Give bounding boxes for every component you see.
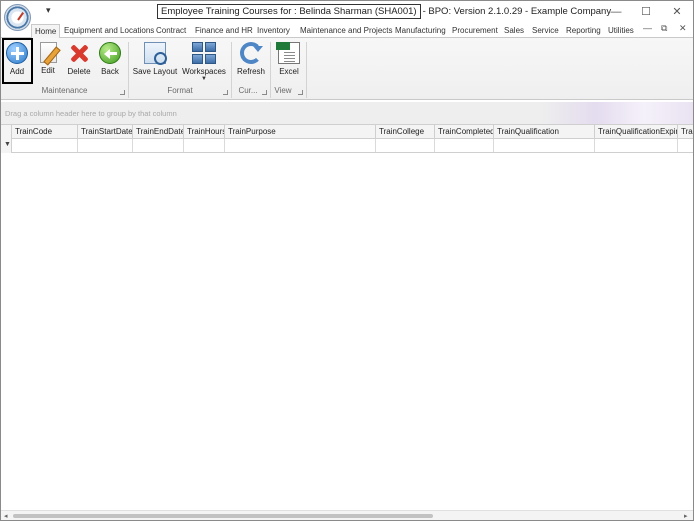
row-indicator-header xyxy=(1,125,12,139)
scrollbar-thumb[interactable] xyxy=(13,514,433,518)
grid-data-area[interactable] xyxy=(1,154,693,510)
scroll-left-icon[interactable]: ◂ xyxy=(4,512,8,520)
column-header-trainhours[interactable]: TrainHours xyxy=(184,125,225,139)
excel-button[interactable]: Excel xyxy=(276,40,302,84)
horizontal-scrollbar[interactable]: ◂ ▸ xyxy=(1,510,693,520)
excel-label: Excel xyxy=(279,67,299,76)
ribbon-separator xyxy=(306,42,307,98)
auto-filter-row: ▼ xyxy=(1,139,693,153)
tab-contract[interactable]: Contract xyxy=(156,24,186,38)
close-button[interactable]: ✕ xyxy=(662,3,692,20)
save-layout-button[interactable]: Save Layout xyxy=(132,40,178,84)
ribbon-tab-strip: Home Equipment and Locations Contract Fi… xyxy=(1,22,693,39)
quick-access-toolbar-dropdown[interactable]: ▾ xyxy=(46,5,51,16)
maximize-button[interactable]: ☐ xyxy=(631,3,661,20)
tab-service[interactable]: Service xyxy=(532,24,559,38)
column-header-traincompleted[interactable]: TrainCompleted xyxy=(435,125,494,139)
edit-button-label: Edit xyxy=(41,66,55,75)
mdi-minimize-button[interactable]: — xyxy=(643,23,652,33)
filter-cell-truncated[interactable] xyxy=(678,139,693,152)
tab-reporting[interactable]: Reporting xyxy=(566,24,601,38)
filter-cell-traincompleted[interactable] xyxy=(435,139,494,152)
refresh-icon xyxy=(240,42,263,64)
group-by-panel[interactable]: Drag a column header here to group by th… xyxy=(1,102,693,124)
chevron-down-icon: ▼ xyxy=(201,76,207,82)
window-title-highlighted: Employee Training Courses for : Belinda … xyxy=(157,4,421,19)
column-header-trainenddate[interactable]: TrainEndDate xyxy=(133,125,184,139)
column-header-trainqualificationexpiry[interactable]: TrainQualificationExpiry xyxy=(595,125,678,139)
window-title: Employee Training Courses for : Belinda … xyxy=(157,4,611,19)
filter-cell-trainenddate[interactable] xyxy=(133,139,184,152)
tab-finance-and-hr[interactable]: Finance and HR xyxy=(195,24,253,38)
save-layout-label: Save Layout xyxy=(132,67,178,76)
group-current-label: Cur... xyxy=(238,86,258,95)
group-by-hint: Drag a column header here to group by th… xyxy=(5,109,177,118)
ribbon-home: Add Edit Delete Back Save Layout Workspa… xyxy=(1,38,693,100)
column-header-truncated[interactable]: Trai xyxy=(678,125,693,139)
tab-maintenance-and-projects[interactable]: Maintenance and Projects xyxy=(300,24,393,38)
column-header-traincode[interactable]: TrainCode xyxy=(12,125,78,139)
title-bar: ▾ Employee Training Courses for : Belind… xyxy=(1,1,693,22)
app-menu-logo-icon[interactable] xyxy=(4,4,31,31)
tab-manufacturing[interactable]: Manufacturing xyxy=(395,24,446,38)
column-header-traincollege[interactable]: TrainCollege xyxy=(376,125,435,139)
refresh-button[interactable]: Refresh xyxy=(235,40,267,84)
main-window: ▾ Employee Training Courses for : Belind… xyxy=(0,0,694,521)
dialog-launcher-icon[interactable] xyxy=(223,90,228,95)
refresh-label: Refresh xyxy=(236,67,265,76)
group-format-label: Format xyxy=(167,86,193,95)
dialog-launcher-icon[interactable] xyxy=(120,90,125,95)
filter-cell-trainqualificationexpiry[interactable] xyxy=(595,139,678,152)
filter-cell-traincode[interactable] xyxy=(12,139,78,152)
add-button-highlight xyxy=(2,38,33,84)
workspaces-icon xyxy=(192,42,216,64)
filter-cell-trainqualification[interactable] xyxy=(494,139,595,152)
grid-header-row: TrainCode TrainStartDate TrainEndDate Tr… xyxy=(1,124,693,139)
tab-procurement[interactable]: Procurement xyxy=(452,24,498,38)
column-header-trainpurpose[interactable]: TrainPurpose xyxy=(225,125,376,139)
delete-button[interactable]: Delete xyxy=(65,40,93,84)
filter-cell-trainstartdate[interactable] xyxy=(78,139,133,152)
tab-inventory[interactable]: Inventory xyxy=(257,24,290,38)
window-title-app: - BPO: Version 2.1.0.29 - Example Compan… xyxy=(422,6,612,17)
mdi-restore-button[interactable]: ⧉ xyxy=(661,23,667,34)
column-header-trainqualification[interactable]: TrainQualification xyxy=(494,125,595,139)
excel-icon xyxy=(276,42,300,64)
back-icon xyxy=(99,42,121,64)
back-button[interactable]: Back xyxy=(98,40,122,84)
edit-button[interactable]: Edit xyxy=(37,40,59,84)
workspaces-label: Workspaces xyxy=(182,67,226,76)
tab-home[interactable]: Home xyxy=(31,24,61,39)
filter-icon: ▼ xyxy=(4,141,11,148)
column-header-trainstartdate[interactable]: TrainStartDate xyxy=(78,125,133,139)
filter-row-indicator: ▼ xyxy=(1,139,12,153)
delete-icon xyxy=(68,42,90,64)
back-button-label: Back xyxy=(101,67,119,76)
filter-cell-trainhours[interactable] xyxy=(184,139,225,152)
tab-equipment-and-locations[interactable]: Equipment and Locations xyxy=(64,24,154,38)
delete-button-label: Delete xyxy=(67,67,91,76)
minimize-button[interactable]: — xyxy=(601,3,631,20)
dialog-launcher-icon[interactable] xyxy=(262,90,267,95)
group-view-label: View xyxy=(274,86,292,95)
filter-cell-trainpurpose[interactable] xyxy=(225,139,376,152)
edit-icon xyxy=(39,42,57,63)
tab-utilities[interactable]: Utilities xyxy=(608,24,634,38)
tab-sales[interactable]: Sales xyxy=(504,24,524,38)
save-layout-icon xyxy=(144,42,167,65)
filter-cell-traincollege[interactable] xyxy=(376,139,435,152)
scroll-right-icon[interactable]: ▸ xyxy=(684,512,688,520)
dialog-launcher-icon[interactable] xyxy=(298,90,303,95)
group-maintenance-label: Maintenance xyxy=(41,86,88,95)
workspaces-button[interactable]: Workspaces ▼ xyxy=(182,40,226,84)
mdi-close-button[interactable]: ✕ xyxy=(679,23,687,34)
